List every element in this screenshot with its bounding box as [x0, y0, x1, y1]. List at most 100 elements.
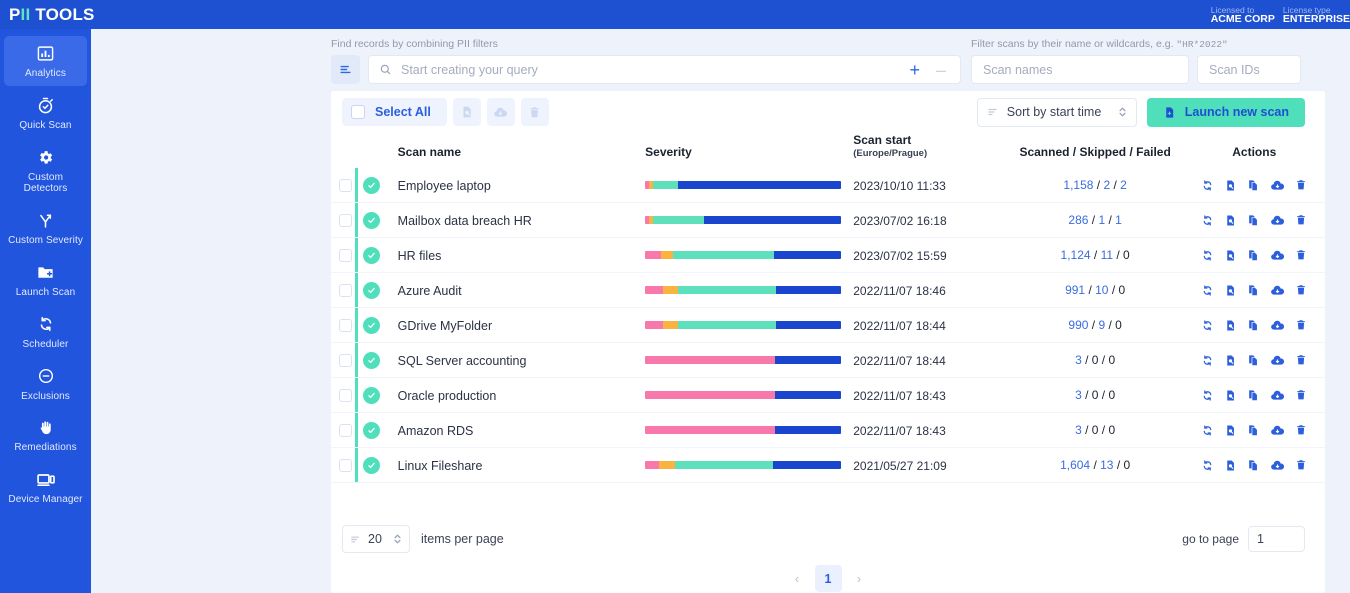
- refresh-icon[interactable]: [1201, 319, 1214, 332]
- cloud-download-icon[interactable]: [1270, 248, 1285, 263]
- pagination-next-button[interactable]: ›: [846, 565, 873, 592]
- refresh-icon[interactable]: [1201, 249, 1214, 262]
- cloud-download-icon[interactable]: [1270, 213, 1285, 228]
- copy-icon[interactable]: [1247, 214, 1260, 227]
- row-checkbox[interactable]: [339, 458, 352, 472]
- report-search-icon[interactable]: [1224, 459, 1237, 472]
- scan-name[interactable]: SQL Server accounting: [398, 354, 527, 368]
- report-search-icon[interactable]: [1224, 319, 1237, 332]
- table-row[interactable]: Oracle production 2022/11/07 18:43 3 / 0 /…: [331, 378, 1325, 413]
- scan-name[interactable]: Employee laptop: [398, 179, 491, 193]
- cloud-download-icon[interactable]: [1270, 353, 1285, 368]
- copy-icon[interactable]: [1247, 284, 1260, 297]
- table-row[interactable]: Linux Fileshare 2021/05/27 21:09 1,604 / 1…: [331, 448, 1325, 483]
- copy-icon[interactable]: [1247, 249, 1260, 262]
- copy-icon[interactable]: [1247, 424, 1260, 437]
- select-all-button[interactable]: Select All: [342, 98, 447, 126]
- go-to-page-input[interactable]: [1248, 526, 1305, 552]
- table-row[interactable]: Employee laptop 2023/10/10 11:33 1,158 / 2…: [331, 168, 1325, 203]
- bulk-report-button[interactable]: [452, 98, 481, 126]
- table-row[interactable]: GDrive MyFolder 2022/11/07 18:44 990 / 9 /…: [331, 308, 1325, 343]
- sidebar-item-launch-scan[interactable]: Launch Scan: [4, 255, 87, 305]
- report-search-icon[interactable]: [1224, 249, 1237, 262]
- row-checkbox[interactable]: [339, 248, 352, 262]
- row-checkbox[interactable]: [339, 283, 352, 297]
- copy-icon[interactable]: [1247, 389, 1260, 402]
- query-search-box[interactable]: + –: [368, 55, 961, 84]
- row-checkbox[interactable]: [339, 388, 352, 402]
- trash-icon[interactable]: [1295, 249, 1307, 261]
- trash-icon[interactable]: [1295, 354, 1307, 366]
- cloud-download-icon[interactable]: [1270, 458, 1285, 473]
- cloud-download-icon[interactable]: [1270, 178, 1285, 193]
- cloud-download-icon[interactable]: [1270, 283, 1285, 298]
- table-row[interactable]: Amazon RDS 2022/11/07 18:43 3 / 0 / 0: [331, 413, 1325, 448]
- bulk-delete-button[interactable]: [520, 98, 549, 126]
- scan-ids-input[interactable]: [1197, 55, 1301, 84]
- trash-icon[interactable]: [1295, 459, 1307, 471]
- refresh-icon[interactable]: [1201, 284, 1214, 297]
- refresh-icon[interactable]: [1201, 424, 1214, 437]
- row-checkbox[interactable]: [339, 353, 352, 367]
- scan-name[interactable]: Amazon RDS: [398, 424, 474, 438]
- report-search-icon[interactable]: [1224, 354, 1237, 367]
- refresh-icon[interactable]: [1201, 354, 1214, 367]
- bulk-download-button[interactable]: [486, 98, 515, 126]
- table-row[interactable]: SQL Server accounting 2022/11/07 18:44 3 /…: [331, 343, 1325, 378]
- sidebar-item-custom-severity[interactable]: Custom Severity: [4, 203, 87, 253]
- sidebar-item-quick-scan[interactable]: Quick Scan: [4, 88, 87, 138]
- trash-icon[interactable]: [1295, 319, 1307, 331]
- scan-name[interactable]: GDrive MyFolder: [398, 319, 492, 333]
- report-search-icon[interactable]: [1224, 284, 1237, 297]
- query-input[interactable]: [401, 62, 902, 77]
- sidebar-item-analytics[interactable]: Analytics: [4, 36, 87, 86]
- sidebar-item-custom-detectors[interactable]: Custom Detectors: [4, 140, 87, 202]
- table-row[interactable]: Azure Audit 2022/11/07 18:46 991 / 10 / 0: [331, 273, 1325, 308]
- trash-icon[interactable]: [1295, 424, 1307, 436]
- table-row[interactable]: Mailbox data breach HR 2023/07/02 16:18 28…: [331, 203, 1325, 238]
- sort-select[interactable]: Sort by start time: [976, 97, 1137, 127]
- scan-name[interactable]: HR files: [398, 249, 442, 263]
- trash-icon[interactable]: [1295, 389, 1307, 401]
- refresh-icon[interactable]: [1201, 179, 1214, 192]
- row-checkbox[interactable]: [339, 213, 352, 227]
- cloud-download-icon[interactable]: [1270, 423, 1285, 438]
- copy-icon[interactable]: [1247, 459, 1260, 472]
- trash-icon[interactable]: [1295, 214, 1307, 226]
- app-logo[interactable]: PII TOOLS: [0, 5, 95, 25]
- report-search-icon[interactable]: [1224, 389, 1237, 402]
- row-checkbox[interactable]: [339, 423, 352, 437]
- sidebar-item-device-manager[interactable]: Device Manager: [4, 462, 87, 512]
- trash-icon[interactable]: [1295, 284, 1307, 296]
- sidebar-item-remediations[interactable]: Remediations: [4, 410, 87, 460]
- pagination-page-1[interactable]: 1: [814, 565, 842, 592]
- sidebar-item-scheduler[interactable]: Scheduler: [4, 307, 87, 357]
- scan-name[interactable]: Linux Fileshare: [398, 459, 483, 473]
- row-checkbox[interactable]: [339, 178, 352, 192]
- scan-names-input[interactable]: [971, 55, 1189, 84]
- refresh-icon[interactable]: [1201, 459, 1214, 472]
- items-per-page-select[interactable]: 20: [342, 525, 410, 553]
- add-condition-button[interactable]: +: [901, 61, 928, 79]
- launch-new-scan-button[interactable]: Launch new scan: [1146, 97, 1305, 127]
- sidebar-item-exclusions[interactable]: Exclusions: [4, 359, 87, 409]
- scan-name[interactable]: Mailbox data breach HR: [398, 214, 532, 228]
- report-search-icon[interactable]: [1224, 179, 1237, 192]
- scan-name[interactable]: Oracle production: [398, 389, 497, 403]
- report-search-icon[interactable]: [1224, 214, 1237, 227]
- remove-condition-button[interactable]: –: [928, 61, 954, 79]
- refresh-icon[interactable]: [1201, 214, 1214, 227]
- filter-toggle-button[interactable]: [331, 55, 360, 84]
- copy-icon[interactable]: [1247, 179, 1260, 192]
- copy-icon[interactable]: [1247, 319, 1260, 332]
- select-all-checkbox[interactable]: [351, 105, 365, 119]
- table-row[interactable]: HR files 2023/07/02 15:59 1,124 / 11 / 0: [331, 238, 1325, 273]
- pagination-prev-button[interactable]: ‹: [784, 565, 811, 592]
- refresh-icon[interactable]: [1201, 389, 1214, 402]
- copy-icon[interactable]: [1247, 354, 1260, 367]
- row-checkbox[interactable]: [339, 318, 352, 332]
- trash-icon[interactable]: [1295, 179, 1307, 191]
- cloud-download-icon[interactable]: [1270, 388, 1285, 403]
- report-search-icon[interactable]: [1224, 424, 1237, 437]
- scan-name[interactable]: Azure Audit: [398, 284, 462, 298]
